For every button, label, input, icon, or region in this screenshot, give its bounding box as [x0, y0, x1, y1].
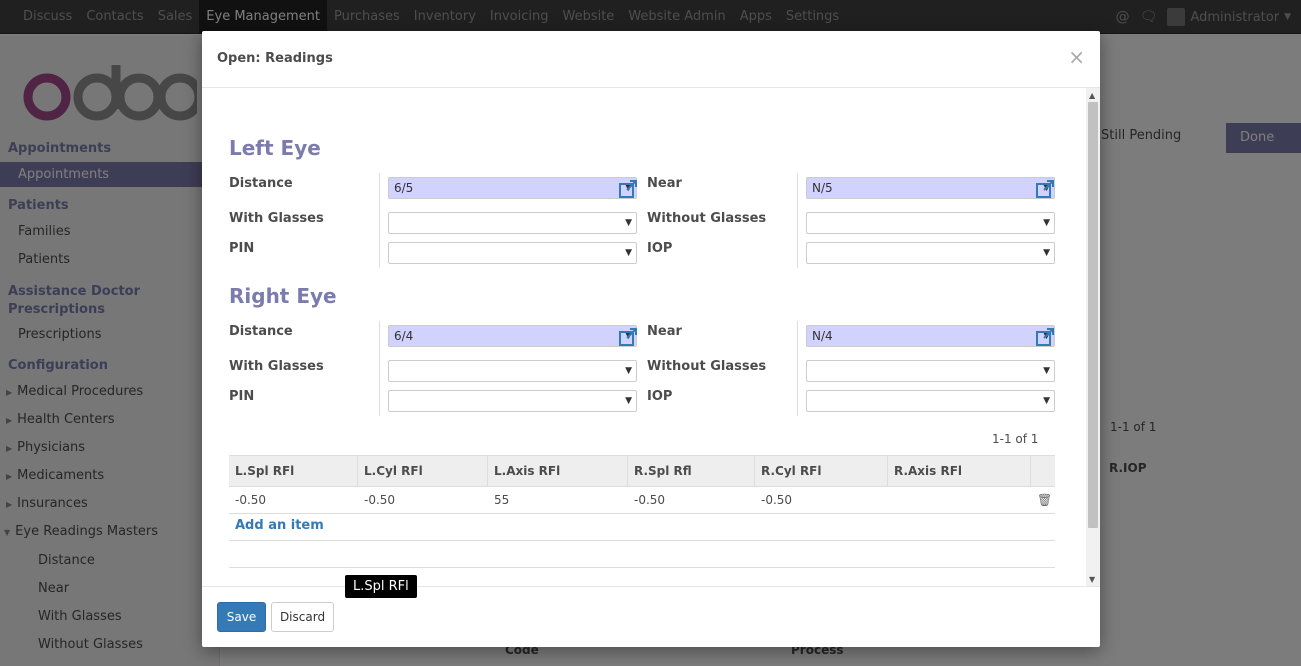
right-eye-title: Right Eye: [229, 284, 337, 308]
scroll-down-icon[interactable]: ▼: [1089, 575, 1095, 584]
divider: [379, 321, 380, 416]
chevron-down-icon: ▼: [1043, 248, 1050, 258]
left-pin-label: PIN: [229, 241, 255, 256]
scroll-thumb[interactable]: [1088, 102, 1098, 528]
column-header[interactable]: L.Spl RFl: [229, 456, 358, 486]
chevron-down-icon: ▼: [625, 218, 632, 228]
right-with-glasses-select[interactable]: ▼: [388, 360, 637, 382]
column-header[interactable]: R.Spl Rfl: [628, 456, 755, 486]
left-pin-select[interactable]: ▼: [388, 242, 637, 264]
table-cell[interactable]: -0.50: [755, 487, 888, 513]
left-iop-label: IOP: [647, 241, 673, 256]
left-distance-label: Distance: [229, 176, 293, 191]
chevron-down-icon: ▼: [1043, 396, 1050, 406]
column-header[interactable]: R.Cyl RFl: [755, 456, 888, 486]
table-cell[interactable]: -0.50: [628, 487, 755, 513]
chevron-down-icon: ▼: [1043, 366, 1050, 376]
left-without-glasses-label: Without Glasses: [647, 211, 767, 226]
right-distance-select[interactable]: 6/4 ▼: [388, 325, 637, 347]
left-near-label: Near: [647, 176, 682, 191]
right-without-glasses-label: Without Glasses: [647, 359, 767, 374]
column-header[interactable]: R.Axis RFl: [888, 456, 1031, 486]
external-link-icon[interactable]: [1035, 179, 1055, 199]
readings-dialog: Open: Readings × Left Eye Distance With …: [202, 31, 1100, 647]
table-cell[interactable]: -0.50: [229, 487, 358, 513]
external-link-icon[interactable]: [618, 327, 638, 347]
chevron-down-icon: ▼: [625, 248, 632, 258]
left-with-glasses-label: With Glasses: [229, 211, 324, 226]
close-icon[interactable]: ×: [1068, 45, 1085, 69]
scroll-up-icon[interactable]: ▲: [1089, 91, 1095, 100]
right-iop-label: IOP: [647, 389, 673, 404]
modal-scrollbar[interactable]: ▲ ▼: [1086, 88, 1100, 586]
discard-button[interactable]: Discard: [271, 602, 334, 632]
table-cell[interactable]: -0.50: [358, 487, 488, 513]
left-iop-select[interactable]: ▼: [806, 242, 1055, 264]
table-row[interactable]: -0.50 -0.50 55 -0.50 -0.50 🗑: [229, 487, 1055, 514]
modal-footer: Save Discard: [202, 586, 1100, 647]
trash-icon[interactable]: 🗑: [1031, 487, 1055, 513]
right-with-glasses-label: With Glasses: [229, 359, 324, 374]
left-with-glasses-select[interactable]: ▼: [388, 212, 637, 234]
right-distance-label: Distance: [229, 324, 293, 339]
right-near-select[interactable]: N/4 ▼: [806, 325, 1055, 347]
external-link-icon[interactable]: [618, 179, 638, 199]
divider: [797, 321, 798, 416]
divider: [797, 173, 798, 268]
divider: [379, 173, 380, 268]
chevron-down-icon: ▼: [1043, 218, 1050, 228]
right-near-label: Near: [647, 324, 682, 339]
readings-table: L.Spl RFl L.Cyl RFl L.Axis RFl R.Spl Rfl…: [229, 455, 1055, 568]
column-header[interactable]: L.Cyl RFl: [358, 456, 488, 486]
left-without-glasses-select[interactable]: ▼: [806, 212, 1055, 234]
add-row: Add an item: [229, 514, 1055, 541]
modal-title: Open: Readings: [217, 51, 333, 66]
column-header[interactable]: L.Axis RFl: [488, 456, 628, 486]
column-header-actions: [1031, 456, 1055, 486]
modal-header: Open: Readings ×: [202, 31, 1100, 88]
chevron-down-icon: ▼: [625, 396, 632, 406]
table-cell[interactable]: 55: [488, 487, 628, 513]
column-tooltip: L.Spl RFl: [345, 575, 417, 598]
table-header: L.Spl RFl L.Cyl RFl L.Axis RFl R.Spl Rfl…: [229, 455, 1055, 487]
external-link-icon[interactable]: [1035, 327, 1055, 347]
modal-body: Left Eye Distance With Glasses PIN 6/5 ▼ …: [202, 88, 1100, 586]
left-eye-title: Left Eye: [229, 136, 321, 160]
left-near-select[interactable]: N/5 ▼: [806, 177, 1055, 199]
left-distance-select[interactable]: 6/5 ▼: [388, 177, 637, 199]
table-cell[interactable]: [888, 487, 1031, 513]
right-without-glasses-select[interactable]: ▼: [806, 360, 1055, 382]
right-iop-select[interactable]: ▼: [806, 390, 1055, 412]
chevron-down-icon: ▼: [625, 366, 632, 376]
add-item-link[interactable]: Add an item: [229, 518, 324, 533]
save-button[interactable]: Save: [217, 602, 266, 632]
empty-row: [229, 541, 1055, 568]
list-pager[interactable]: 1-1 of 1: [992, 432, 1038, 446]
right-pin-label: PIN: [229, 389, 255, 404]
right-pin-select[interactable]: ▼: [388, 390, 637, 412]
